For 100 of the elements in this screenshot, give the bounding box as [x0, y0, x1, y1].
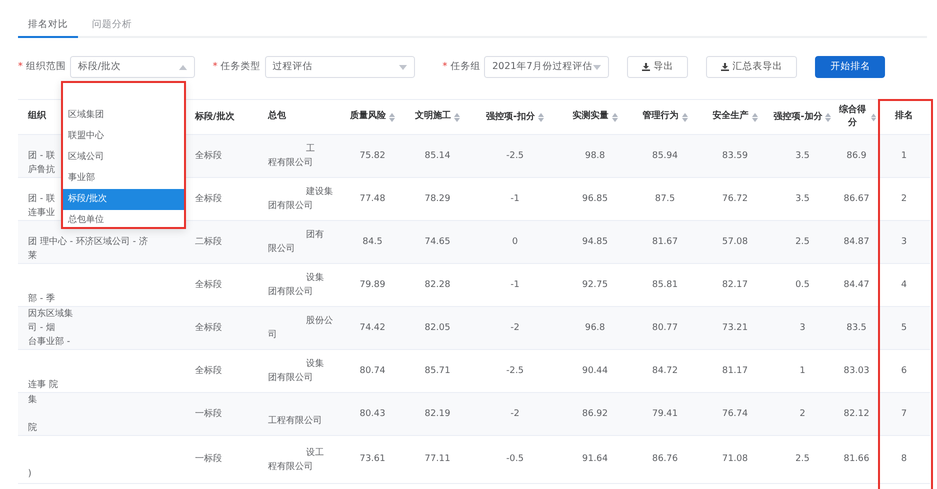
- table-cell: 57.08: [722, 236, 748, 247]
- table-cell: 司 - 烟: [28, 323, 55, 333]
- table-cell: 设集: [306, 273, 324, 283]
- table-cell: 87.5: [654, 194, 676, 204]
- table-cell: 86.9: [846, 150, 867, 161]
- table-cell: 85.14: [424, 150, 450, 161]
- dropdown-item[interactable]: 区域公司: [63, 147, 184, 168]
- table-cell: -2.5: [506, 366, 524, 376]
- table-cell: 团 理中心 - 环济区域公司 - 济: [28, 237, 148, 247]
- table-cell: 86.67: [844, 194, 870, 204]
- table-cell: 84.47: [844, 280, 870, 290]
- table-cell: 73.61: [360, 454, 386, 464]
- export-button[interactable]: 导出: [627, 56, 688, 78]
- tab[interactable]: 排名对比: [18, 14, 78, 38]
- table-cell: 1: [901, 150, 907, 161]
- sort-icon[interactable]: [389, 112, 395, 122]
- column-header: 强控项-加分: [774, 110, 822, 124]
- table-cell: 92.75: [582, 280, 608, 290]
- table-cell: ): [28, 468, 32, 478]
- table-cell: 76.72: [722, 194, 748, 204]
- column-header: 安全生产: [712, 110, 748, 124]
- export-button[interactable]: 汇总表导出: [706, 56, 798, 78]
- column-header: 质量风险: [350, 110, 386, 124]
- table-cell: 80.74: [360, 366, 386, 376]
- table-cell: 莱: [28, 251, 37, 261]
- table-cell: 82.19: [424, 408, 450, 419]
- dropdown-item[interactable]: 标段/批次: [63, 189, 184, 210]
- table-cell: 台事业部 -: [28, 337, 70, 347]
- table-cell: 集: [28, 395, 37, 405]
- table-cell: 全标段: [195, 280, 222, 290]
- table-cell: 82.17: [722, 280, 748, 290]
- table-cell: 85.94: [652, 150, 678, 161]
- column-header: 标段/批次: [195, 110, 234, 124]
- table-cell: 73.21: [722, 322, 748, 333]
- table-cell: 7: [901, 408, 907, 419]
- table-cell: 85.81: [652, 280, 678, 290]
- table-cell: 限公司: [268, 244, 295, 254]
- sort-icon[interactable]: [870, 112, 876, 122]
- table-cell: 83.03: [844, 366, 870, 376]
- select-field[interactable]: 2021年7月份过程评估: [484, 56, 610, 78]
- table-cell: -0.5: [506, 454, 524, 464]
- column-header: 排名: [895, 110, 913, 124]
- select-field[interactable]: 过程评估: [264, 56, 414, 78]
- table-cell: 77.48: [360, 194, 386, 204]
- column-header: 组织: [28, 110, 46, 124]
- table-cell: 2: [800, 408, 806, 419]
- table-cell: 工: [306, 144, 315, 154]
- column-header: 文明施工: [415, 110, 451, 124]
- table-cell: 4: [901, 280, 907, 290]
- table-cell: 全标段: [195, 366, 222, 376]
- table-cell: 院: [28, 423, 37, 433]
- table-cell: 3: [800, 322, 806, 333]
- table-cell: 82.05: [424, 322, 450, 333]
- field-label: * 组织范围: [18, 60, 66, 74]
- table-cell: 91.64: [582, 454, 608, 464]
- table-cell: 1: [800, 366, 806, 376]
- table-cell: 全标段: [195, 322, 222, 333]
- dropdown-item[interactable]: 区域集团: [63, 105, 184, 126]
- table-cell: 全标段: [195, 150, 222, 161]
- table-cell: 82.28: [424, 280, 450, 290]
- table-cell: 96.8: [584, 322, 606, 333]
- table-cell: 团有限公司: [268, 373, 313, 383]
- dropdown-item[interactable]: 联盟中心: [63, 126, 184, 147]
- table-cell: 71.08: [722, 454, 748, 464]
- sort-icon[interactable]: [454, 112, 460, 122]
- column-header: 管理行为: [642, 110, 678, 124]
- table-cell: 77.11: [424, 454, 450, 464]
- sort-icon[interactable]: [682, 112, 688, 122]
- table-cell: 设工: [306, 448, 324, 458]
- table-cell: 90.44: [582, 366, 608, 376]
- table-cell: 连事 院: [28, 380, 58, 390]
- table-cell: -2: [510, 408, 520, 419]
- table-cell: 84.87: [844, 236, 870, 247]
- table-cell: 设集: [306, 359, 324, 369]
- sort-icon[interactable]: [538, 112, 544, 122]
- table-cell: 98.8: [584, 150, 606, 161]
- column-header: 总包: [268, 110, 286, 124]
- table-cell: 86.76: [652, 454, 678, 464]
- table-cell: 86.92: [582, 408, 608, 419]
- sort-icon[interactable]: [825, 112, 832, 122]
- table-cell: 78.29: [424, 194, 450, 204]
- table-cell: 75.82: [360, 150, 386, 161]
- dropdown-item[interactable]: 总包单位: [63, 210, 184, 227]
- download-icon: [642, 63, 650, 71]
- dropdown-item[interactable]: 事业部: [63, 168, 184, 189]
- table-cell: 连事业: [28, 208, 55, 218]
- select-field[interactable]: 标段/批次: [70, 56, 195, 78]
- table-cell: 2.5: [795, 236, 810, 247]
- table-cell: 2: [901, 194, 907, 204]
- table-cell: 二标段: [195, 236, 222, 247]
- table-cell: 3.5: [795, 150, 810, 161]
- column-header: 实测实量: [572, 110, 608, 124]
- sort-icon[interactable]: [612, 112, 618, 122]
- table-cell: 81.17: [722, 366, 748, 376]
- table-cell: -2.5: [506, 150, 524, 161]
- table-cell: 85.71: [424, 366, 450, 376]
- sort-icon[interactable]: [752, 112, 758, 122]
- table-cell: 94.85: [582, 236, 608, 247]
- start-button[interactable]: 开始排名: [815, 56, 886, 78]
- table-cell: 庐鲁抗: [28, 165, 55, 175]
